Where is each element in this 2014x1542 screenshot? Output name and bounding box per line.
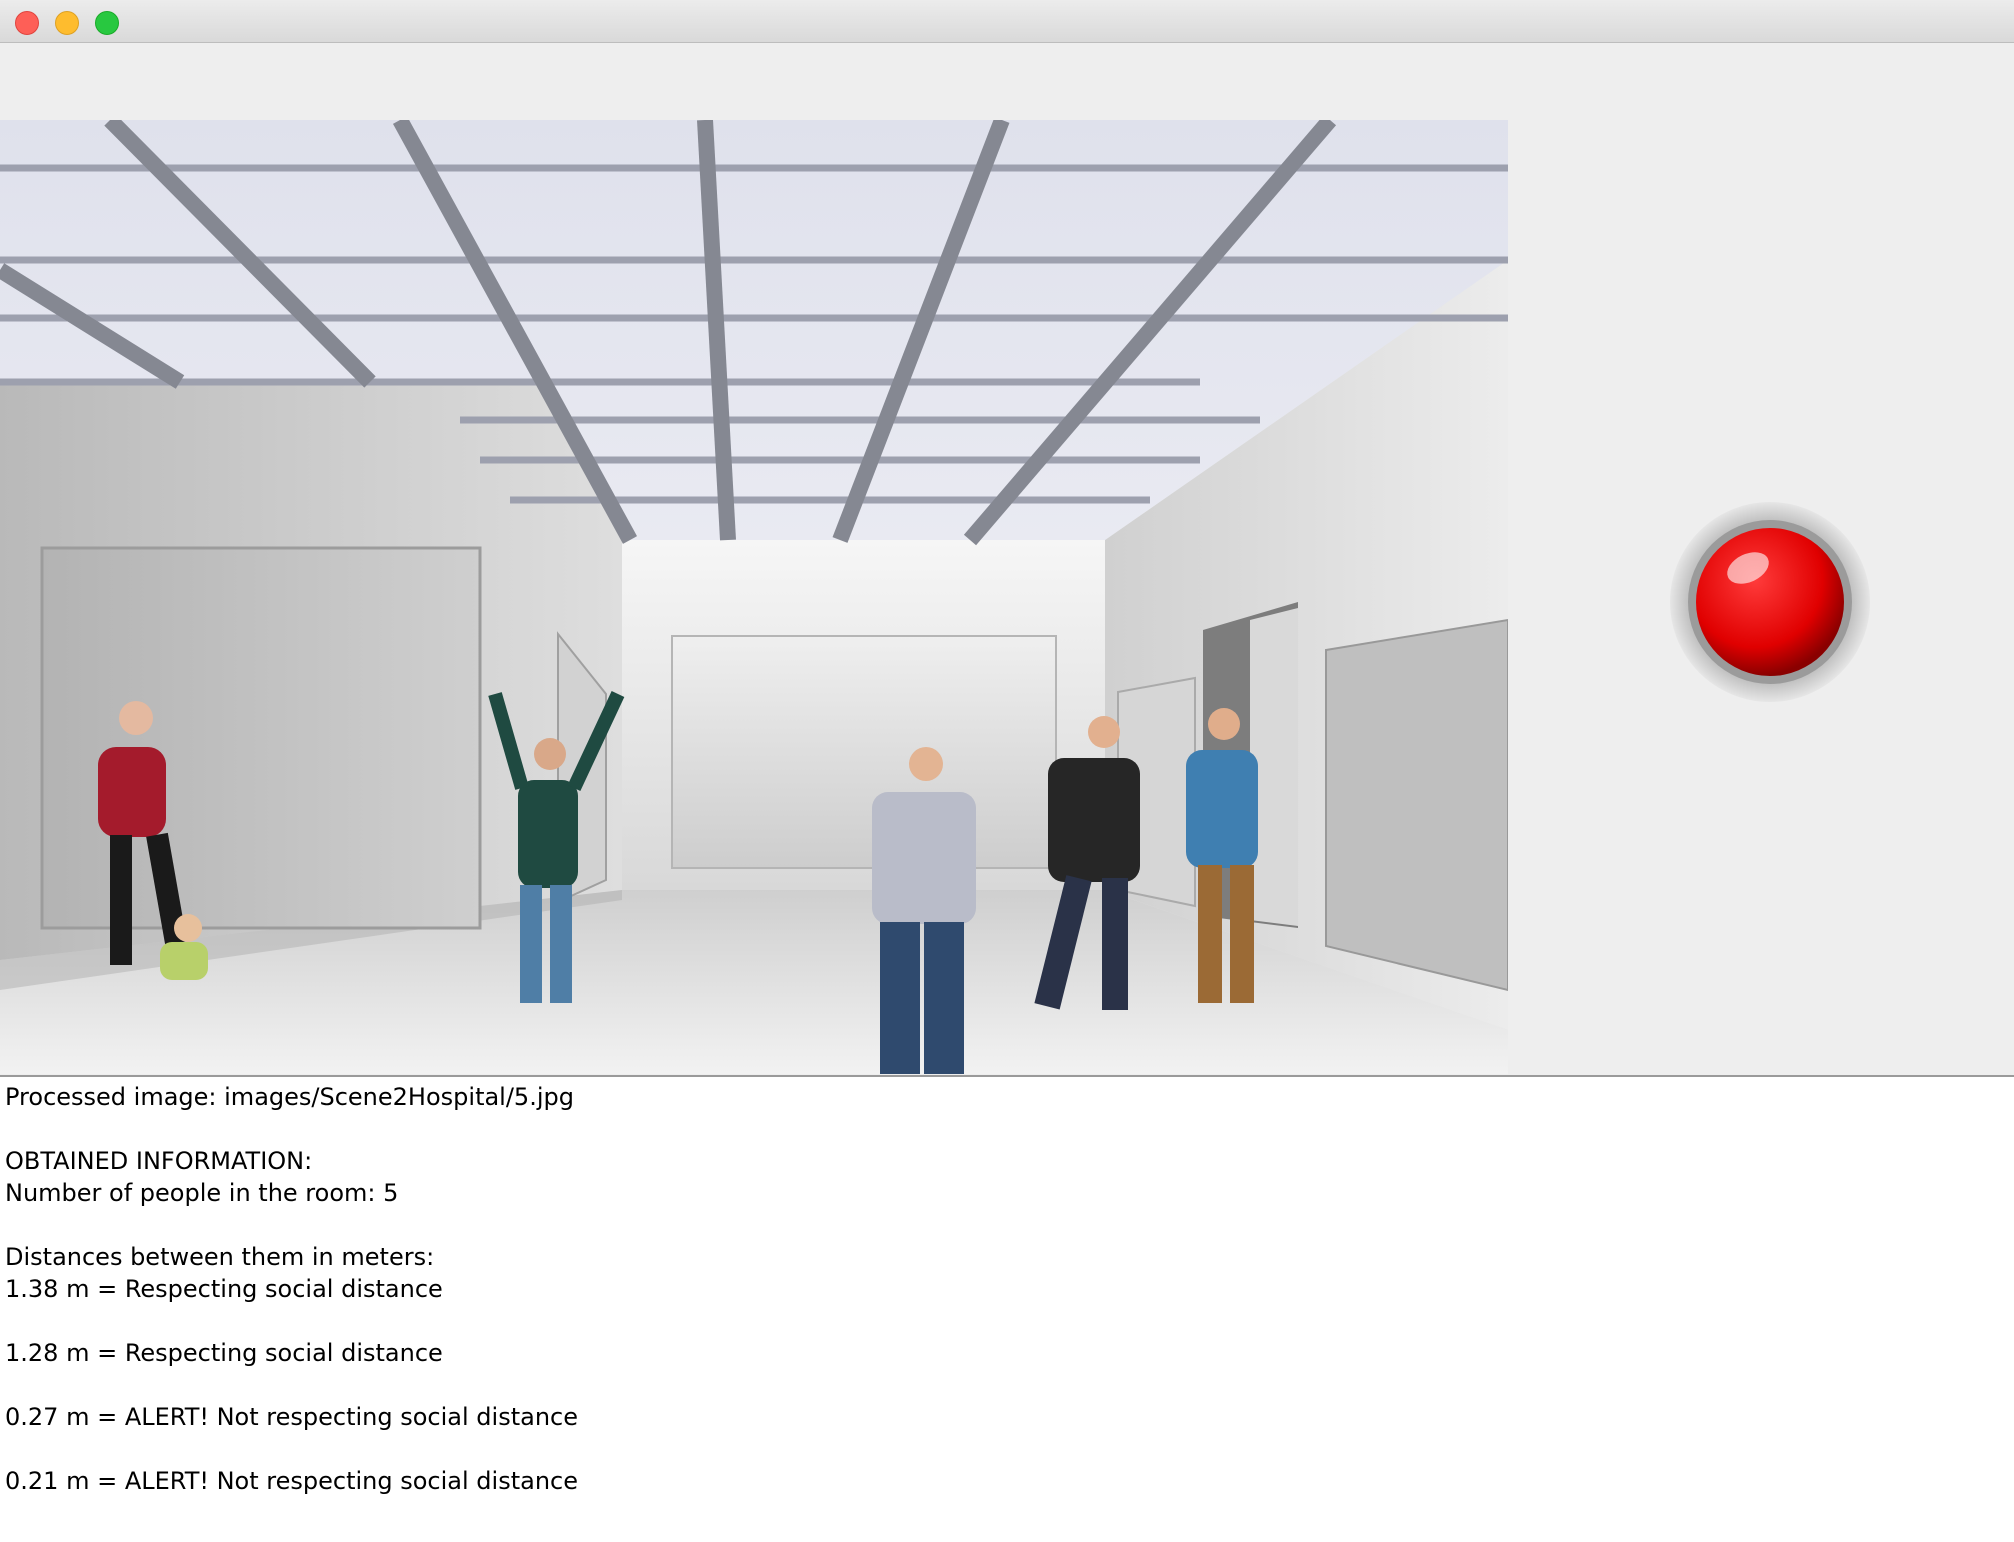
main-panel [0,44,2014,1075]
distance-line: 1.38 m = Respecting social distance [5,1275,443,1303]
minimize-button[interactable] [55,11,79,35]
obtained-info-header: OBTAINED INFORMATION: [5,1147,313,1175]
alert-indicator [1670,502,1870,702]
distance-line: 1.28 m = Respecting social distance [5,1339,443,1367]
people-count-line: Number of people in the room: 5 [5,1179,399,1207]
window-titlebar [0,0,2014,43]
output-log[interactable]: Processed image: images/Scene2Hospital/5… [0,1075,2014,1542]
processed-image-line: Processed image: images/Scene2Hospital/5… [5,1083,574,1111]
distance-line: 0.27 m = ALERT! Not respecting social di… [5,1403,578,1431]
scene-image [0,120,1508,1074]
close-button[interactable] [15,11,39,35]
person-3 [872,747,976,1074]
distance-line: 0.21 m = ALERT! Not respecting social di… [5,1467,578,1495]
maximize-button[interactable] [95,11,119,35]
distances-header: Distances between them in meters: [5,1243,435,1271]
